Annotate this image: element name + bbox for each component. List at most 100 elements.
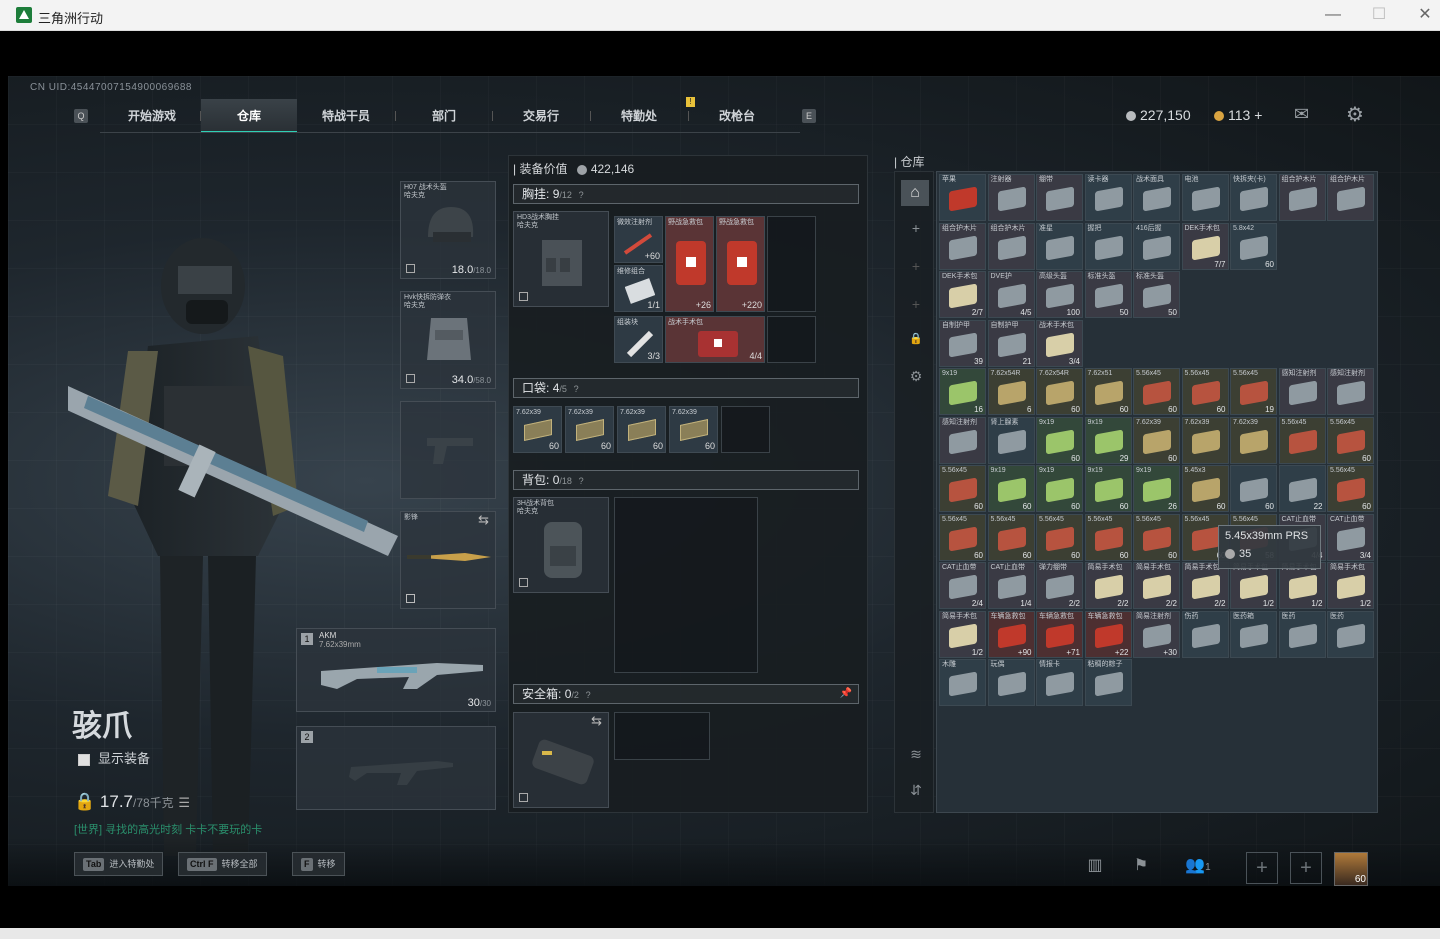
storage-item[interactable]: 简易手术包1/2	[1327, 562, 1374, 609]
storage-item[interactable]: 标准头盔 50	[1084, 271, 1132, 318]
coupon-balance[interactable]: 113 +	[1214, 107, 1262, 123]
storage-item[interactable]: 9x19 26	[1133, 465, 1180, 512]
storage-item[interactable]: 情报卡	[1036, 659, 1083, 706]
storage-item[interactable]: 玩偶	[987, 659, 1035, 706]
storage-item[interactable]: 5.56x45 60	[1084, 513, 1132, 561]
storage-item[interactable]: 简易手术包1/2	[1230, 562, 1277, 609]
storage-item[interactable]: 弹力绷带 2/2	[1036, 562, 1083, 609]
invite-slot-button[interactable]: +	[1246, 852, 1278, 884]
storage-item[interactable]: 绷带	[1036, 174, 1083, 221]
secondary-weapon-slot[interactable]: 2	[296, 726, 496, 810]
hint-transfer[interactable]: F 转移	[292, 852, 345, 876]
storage-item[interactable]: CAT止血带 2/4	[939, 562, 986, 609]
player-avatar[interactable]: 60	[1334, 852, 1368, 886]
storage-item[interactable]: 416后握	[1133, 222, 1180, 270]
storage-item[interactable]: 组合护木片	[1327, 174, 1374, 221]
storage-item[interactable]: 组合护木片	[987, 222, 1035, 270]
add-page-icon[interactable]: +	[907, 258, 925, 274]
tab-warehouse[interactable]: 仓库	[201, 99, 297, 133]
storage-item[interactable]: 5.56x45 60	[1181, 368, 1229, 415]
rig-item[interactable]: 野战急救包 +26	[665, 216, 714, 312]
storage-item[interactable]: 感知注射剂	[939, 416, 986, 464]
checkbox-icon[interactable]	[78, 753, 90, 766]
storage-item[interactable]: 5.56x45 60	[1133, 368, 1180, 415]
show-equipment-toggle[interactable]: 显示装备	[78, 748, 150, 767]
help-icon[interactable]: ?	[574, 384, 579, 394]
storage-item[interactable]: 7.62x51 60	[1084, 368, 1132, 415]
storage-item[interactable]: CAT止血带 1/4	[987, 562, 1035, 609]
storage-item[interactable]: 准星	[1036, 222, 1083, 270]
storage-item[interactable]: 简易手术包 2/2	[1133, 562, 1180, 609]
pin-icon[interactable]: 📌	[840, 685, 852, 703]
storage-item[interactable]: 读卡器	[1084, 174, 1132, 221]
pocket-item[interactable]: 7.62x39 60	[565, 406, 614, 453]
storage-item[interactable]: 快拆夹(卡)	[1230, 174, 1277, 221]
add-page-icon[interactable]: +	[907, 296, 925, 312]
hint-transfer-all[interactable]: Ctrl F 转移全部	[178, 852, 267, 876]
storage-item[interactable]: 电池	[1181, 174, 1229, 221]
help-icon[interactable]: ?	[586, 690, 591, 700]
storage-item[interactable]: 简易手术包 2/2	[1181, 562, 1229, 609]
storage-item[interactable]: 5.56x45 60	[987, 513, 1035, 561]
storage-item[interactable]: CAT止血带 3/4	[1327, 513, 1374, 561]
storage-item[interactable]: 高级头盔 100	[1036, 271, 1083, 318]
backpack-slot[interactable]: 3H战术背包 哈夫克	[513, 497, 609, 593]
storage-item[interactable]: 自制护甲 21	[987, 319, 1035, 367]
minimize-button[interactable]: —	[1310, 4, 1356, 26]
storage-item[interactable]: 7.62x39	[1230, 416, 1277, 464]
armor-slot[interactable]: Hvk快拆防弹衣 哈夫克 34.0/58.0	[400, 291, 496, 389]
storage-item[interactable]: 5.8x42 60	[1230, 222, 1277, 270]
rig-item[interactable]: 野战急救包 +220	[716, 216, 765, 312]
storage-item[interactable]: 组合护木片	[939, 222, 986, 270]
hint-enter-special-ops[interactable]: Tab 进入特勤处	[74, 852, 164, 876]
storage-item[interactable]: 5.56x45 60	[1036, 513, 1083, 561]
invite-slot-button[interactable]: +	[1290, 852, 1322, 884]
rig-item[interactable]: 战术手术包 4/4	[665, 316, 765, 363]
empty-cell[interactable]	[767, 216, 816, 312]
pocket-item[interactable]: 7.62x39 60	[617, 406, 666, 453]
storage-item[interactable]: 战术面具	[1133, 174, 1180, 221]
storage-item[interactable]: 9x19 60	[1036, 465, 1083, 512]
storage-item[interactable]: DEK手术包 2/7	[939, 271, 986, 318]
storage-item[interactable]: 5.56x45 60	[1327, 465, 1374, 512]
storage-item[interactable]: 握把	[1084, 222, 1132, 270]
swap-icon[interactable]: ⇆	[591, 713, 602, 729]
storage-item[interactable]: 9x19 60	[987, 465, 1035, 512]
storage-item[interactable]: 5.56x45	[1278, 416, 1326, 464]
mail-icon[interactable]: ✉	[1294, 104, 1309, 125]
backpack-grid[interactable]	[614, 497, 758, 673]
lock-icon[interactable]: 🔒	[907, 332, 925, 345]
storage-item[interactable]: 9x19 60	[1036, 416, 1083, 464]
storage-item[interactable]: 9x19 16	[939, 368, 986, 415]
add-coupon-button[interactable]: +	[1254, 107, 1262, 123]
storage-item[interactable]: 注射器	[987, 174, 1035, 221]
storage-item[interactable]: 粘稠的粽子	[1084, 659, 1132, 706]
storage-item[interactable]: 车辆急救包 +71	[1036, 610, 1083, 658]
close-button[interactable]: ✕	[1402, 4, 1440, 26]
storage-item[interactable]: 9x19 29	[1084, 416, 1132, 464]
storage-item[interactable]: 医药箱	[1230, 610, 1277, 658]
storage-item[interactable]: 自制护甲 39	[939, 319, 986, 367]
storage-item[interactable]: 感知注射剂	[1278, 368, 1326, 415]
storage-item[interactable]: 简易手术包 2/2	[1084, 562, 1132, 609]
storage-item[interactable]: 22	[1278, 465, 1326, 512]
storage-item[interactable]: 肾上腺素	[987, 416, 1035, 464]
settings-gear-icon[interactable]: ⚙	[1346, 102, 1364, 127]
help-icon[interactable]: ?	[579, 190, 584, 200]
sort-icon[interactable]: ⇵	[907, 782, 925, 799]
warehouse-icon[interactable]: ⌂	[901, 180, 929, 206]
list-icon[interactable]: ☰	[178, 795, 190, 810]
rig-item[interactable]: 微效注射剂 +60	[614, 216, 663, 263]
tab-trade[interactable]: 交易行	[493, 99, 589, 133]
tab-start-game[interactable]: 开始游戏	[104, 99, 200, 133]
storage-item[interactable]: 苹果	[939, 174, 986, 221]
friends-button[interactable]: 👥1	[1176, 852, 1220, 880]
pocket-item[interactable]: 7.62x39 60	[669, 406, 718, 453]
storage-item[interactable]: 5.56x45 60	[1327, 416, 1374, 464]
nav-key-left[interactable]: Q	[74, 109, 88, 123]
empty-cell[interactable]	[767, 316, 816, 363]
storage-item[interactable]: 木雕	[939, 659, 986, 706]
rig-slot[interactable]: HD3战术胸挂 哈夫克	[513, 211, 609, 307]
storage-item[interactable]: DEK手术包 7/7	[1181, 222, 1229, 270]
storage-item[interactable]: 简易注射剂 +30	[1133, 610, 1180, 658]
